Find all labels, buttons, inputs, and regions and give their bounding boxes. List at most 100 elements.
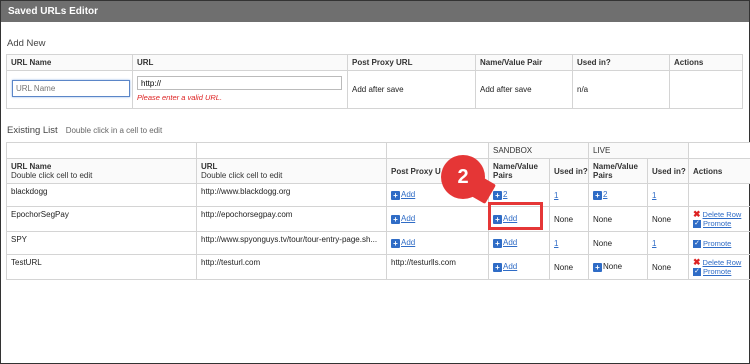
promote-icon: ✓ (693, 220, 701, 229)
row-url-name[interactable]: TestURL (6, 254, 197, 281)
name-value-text: Add after save (475, 70, 573, 109)
window-title: Saved URLs Editor (1, 1, 749, 22)
plus-icon: + (493, 238, 502, 248)
promote-link[interactable]: Promote (703, 219, 731, 228)
row-live-used: None (647, 205, 689, 233)
row-url-name[interactable]: SPY (6, 231, 197, 256)
plus-icon: + (593, 190, 602, 200)
delete-icon: ✖ (693, 209, 701, 219)
col-sandbox-nv-label1: Name/Value (493, 162, 538, 171)
row-actions: ✖ Delete Row ✓ Promote (688, 254, 750, 281)
sandbox-nv-add-link[interactable]: Add (503, 238, 517, 247)
delete-row-link[interactable]: Delete Row (703, 258, 742, 267)
row-post-proxy: + Add (386, 231, 489, 256)
row-post-proxy[interactable]: http://testurlls.com (386, 254, 489, 281)
group-blank-4 (688, 142, 750, 159)
url-error-text: Please enter a valid URL. (137, 93, 223, 102)
row-live-used: None (647, 254, 689, 281)
row-actions: ✓ Promote (688, 231, 750, 256)
col-sandbox-nv-label2: Pairs (493, 171, 513, 180)
col-name-value-pair: Name/Value Pair (475, 54, 573, 71)
sandbox-nv-add-link[interactable]: Add (503, 262, 517, 271)
row-live-nv: +2 (588, 183, 648, 207)
delete-row-link[interactable]: Delete Row (703, 210, 742, 219)
row-sandbox-used: None (549, 254, 589, 281)
row-live-used: 1 (647, 183, 689, 207)
promote-link[interactable]: Promote (703, 267, 731, 276)
row-sandbox-used: 1 (549, 231, 589, 256)
col-url-name-label: URL Name (11, 162, 52, 171)
row-live-nv: None (588, 231, 648, 256)
plus-icon: + (493, 190, 502, 200)
group-sandbox: SANDBOX (488, 142, 589, 159)
col-url: URL (132, 54, 348, 71)
existing-list-title: Existing List (7, 125, 58, 136)
col-live-used: Used in? (647, 158, 689, 184)
col-actions: Actions (669, 54, 743, 71)
live-nv-text: None (603, 262, 623, 272)
row-sandbox-nv: + Add (488, 205, 550, 233)
url-input[interactable] (137, 76, 342, 90)
group-blank-3 (386, 142, 489, 159)
row-url-name[interactable]: blackdogg (6, 183, 197, 207)
row-live-nv: None (588, 205, 648, 233)
existing-list-header: Existing List Double click in a cell to e… (7, 125, 162, 136)
live-used-link[interactable]: 1 (652, 191, 656, 200)
live-nv-link[interactable]: 2 (603, 190, 607, 199)
row-url[interactable]: http://epochorsegpay.com (196, 205, 387, 233)
row-live-used: 1 (647, 231, 689, 256)
table-row: SPY http://www.spyonguys.tv/tour/tour-en… (6, 231, 750, 256)
group-blank-2 (196, 142, 387, 159)
live-used-link[interactable]: 1 (652, 239, 656, 248)
sandbox-used-link[interactable]: 1 (554, 239, 558, 248)
promote-icon: ✓ (693, 239, 701, 248)
plus-icon: + (391, 214, 400, 224)
add-post-proxy-link[interactable]: Add (401, 214, 415, 223)
col-url-label: URL (201, 162, 218, 171)
col-live-nv-label2: Pairs (593, 171, 613, 180)
row-url[interactable]: http://www.blackdogg.org (196, 183, 387, 207)
url-name-cell (6, 70, 133, 109)
col-live-nv: Name/Value Pairs (588, 158, 648, 184)
col-url-name-sub: Double click cell to edit (11, 171, 93, 180)
plus-icon: + (493, 214, 502, 224)
row-sandbox-used: 1 (549, 183, 589, 207)
col-url-sub: Double click cell to edit (201, 171, 283, 180)
table-row: TestURL http://testurl.com http://testur… (6, 254, 750, 281)
col-actions: Actions (688, 158, 750, 184)
plus-icon: + (391, 238, 400, 248)
row-live-nv: + None (588, 254, 648, 281)
url-name-input[interactable] (12, 80, 130, 97)
plus-icon: + (391, 190, 400, 200)
row-url[interactable]: http://testurl.com (196, 254, 387, 281)
col-used-in: Used in? (572, 54, 670, 71)
callout-badge: 2 (441, 155, 485, 199)
col-sandbox-used: Used in? (549, 158, 589, 184)
row-sandbox-nv: +2 (488, 183, 550, 207)
plus-icon: + (593, 262, 602, 272)
add-post-proxy-link[interactable]: Add (401, 238, 415, 247)
add-new-table: URL Name URL Post Proxy URL Name/Value P… (6, 54, 743, 109)
add-post-proxy-link[interactable]: Add (401, 190, 415, 199)
sandbox-nv-add-link[interactable]: Add (503, 214, 517, 223)
plus-icon: + (493, 262, 502, 272)
promote-icon: ✓ (693, 268, 701, 277)
sandbox-nv-link[interactable]: 2 (503, 190, 507, 199)
col-url: URL Double click cell to edit (196, 158, 387, 184)
col-post-proxy-url: Post Proxy URL (347, 54, 476, 71)
promote-link[interactable]: Promote (703, 239, 731, 248)
url-cell: Please enter a valid URL. (132, 70, 348, 109)
actions-cell (669, 70, 743, 109)
row-url[interactable]: http://www.spyonguys.tv/tour/tour-entry-… (196, 231, 387, 256)
sandbox-used-link[interactable]: 1 (554, 191, 558, 200)
col-sandbox-nv: Name/Value Pairs (488, 158, 550, 184)
table-row: EpochorSegPay http://epochorsegpay.com +… (6, 205, 750, 233)
group-blank-1 (6, 142, 197, 159)
used-in-text: n/a (572, 70, 670, 109)
row-url-name[interactable]: EpochorSegPay (6, 205, 197, 233)
col-live-nv-label1: Name/Value (593, 162, 638, 171)
existing-list-table: SANDBOX LIVE URL Name Double click cell t… (6, 142, 750, 281)
row-sandbox-nv: + Add (488, 231, 550, 256)
table-row: blackdogg http://www.blackdogg.org + Add … (6, 183, 750, 207)
group-live: LIVE (588, 142, 689, 159)
